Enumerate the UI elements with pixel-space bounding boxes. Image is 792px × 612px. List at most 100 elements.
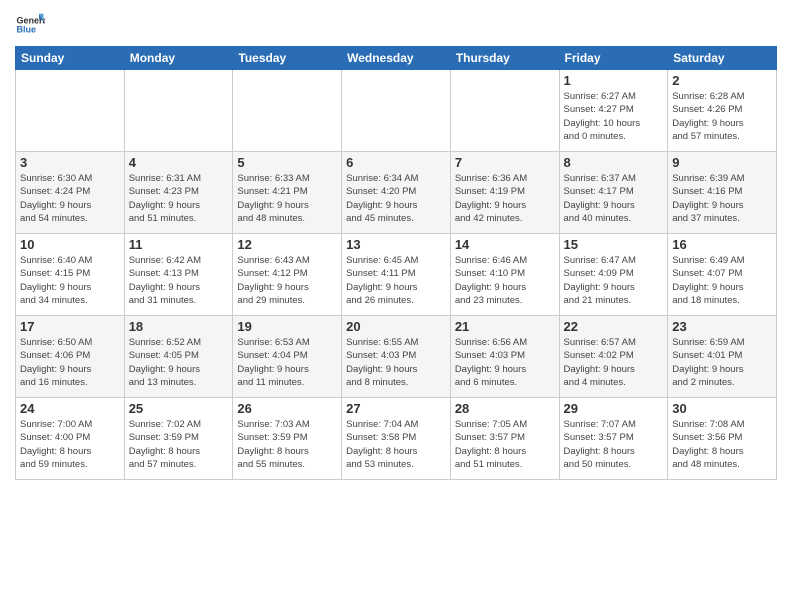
day-number: 14 [455, 237, 555, 252]
calendar-cell: 16Sunrise: 6:49 AM Sunset: 4:07 PM Dayli… [668, 234, 777, 316]
weekday-header: Wednesday [342, 47, 451, 70]
weekday-header: Thursday [450, 47, 559, 70]
day-info: Sunrise: 6:37 AM Sunset: 4:17 PM Dayligh… [564, 172, 664, 225]
day-number: 23 [672, 319, 772, 334]
day-number: 5 [237, 155, 337, 170]
day-info: Sunrise: 6:43 AM Sunset: 4:12 PM Dayligh… [237, 254, 337, 307]
svg-text:Blue: Blue [17, 25, 37, 35]
weekday-header: Saturday [668, 47, 777, 70]
calendar-cell [233, 70, 342, 152]
calendar-cell: 8 Sunrise: 6:37 AM Sunset: 4:17 PM Daylig… [559, 152, 668, 234]
day-number: 24 [20, 401, 120, 416]
calendar-cell: 27 Sunrise: 7:04 AM Sunset: 3:58 PM Dayli… [342, 398, 451, 480]
day-number: 4 [129, 155, 229, 170]
calendar-cell: 12 Sunrise: 6:43 AM Sunset: 4:12 PM Dayli… [233, 234, 342, 316]
weekday-header-row: SundayMondayTuesdayWednesdayThursdayFrid… [16, 47, 777, 70]
day-info: Sunrise: 7:07 AM Sunset: 3:57 PM Dayligh… [564, 418, 664, 471]
day-number: 9 [672, 155, 772, 170]
calendar-week-row: 10 Sunrise: 6:40 AM Sunset: 4:15 PM Dayli… [16, 234, 777, 316]
calendar-cell [124, 70, 233, 152]
calendar-cell: 23 Sunrise: 6:59 AM Sunset: 4:01 PM Dayli… [668, 316, 777, 398]
calendar-cell: 14 Sunrise: 6:46 AM Sunset: 4:10 PM Dayli… [450, 234, 559, 316]
logo: General Blue [15, 10, 45, 40]
day-info: Sunrise: 6:50 AM Sunset: 4:06 PM Dayligh… [20, 336, 120, 389]
day-number: 2 [672, 73, 772, 88]
calendar-cell: 19Sunrise: 6:53 AM Sunset: 4:04 PM Dayli… [233, 316, 342, 398]
day-info: Sunrise: 7:00 AM Sunset: 4:00 PM Dayligh… [20, 418, 120, 471]
day-number: 29 [564, 401, 664, 416]
day-number: 3 [20, 155, 120, 170]
day-number: 7 [455, 155, 555, 170]
day-info: Sunrise: 7:04 AM Sunset: 3:58 PM Dayligh… [346, 418, 446, 471]
day-info: Sunrise: 7:02 AM Sunset: 3:59 PM Dayligh… [129, 418, 229, 471]
calendar-cell [16, 70, 125, 152]
day-info: Sunrise: 7:08 AM Sunset: 3:56 PM Dayligh… [672, 418, 772, 471]
day-number: 15 [564, 237, 664, 252]
day-number: 21 [455, 319, 555, 334]
day-info: Sunrise: 6:42 AM Sunset: 4:13 PM Dayligh… [129, 254, 229, 307]
day-number: 18 [129, 319, 229, 334]
weekday-header: Monday [124, 47, 233, 70]
day-info: Sunrise: 6:34 AM Sunset: 4:20 PM Dayligh… [346, 172, 446, 225]
calendar-cell: 3 Sunrise: 6:30 AM Sunset: 4:24 PM Daylig… [16, 152, 125, 234]
calendar-cell: 10 Sunrise: 6:40 AM Sunset: 4:15 PM Dayli… [16, 234, 125, 316]
calendar-cell: 17 Sunrise: 6:50 AM Sunset: 4:06 PM Dayli… [16, 316, 125, 398]
calendar-cell [342, 70, 451, 152]
day-info: Sunrise: 6:59 AM Sunset: 4:01 PM Dayligh… [672, 336, 772, 389]
day-info: Sunrise: 6:46 AM Sunset: 4:10 PM Dayligh… [455, 254, 555, 307]
weekday-header: Tuesday [233, 47, 342, 70]
day-number: 6 [346, 155, 446, 170]
day-info: Sunrise: 6:56 AM Sunset: 4:03 PM Dayligh… [455, 336, 555, 389]
calendar-cell: 1 Sunrise: 6:27 AM Sunset: 4:27 PM Daylig… [559, 70, 668, 152]
calendar-cell: 30 Sunrise: 7:08 AM Sunset: 3:56 PM Dayli… [668, 398, 777, 480]
calendar-cell: 4 Sunrise: 6:31 AM Sunset: 4:23 PM Daylig… [124, 152, 233, 234]
day-number: 10 [20, 237, 120, 252]
day-number: 20 [346, 319, 446, 334]
day-info: Sunrise: 6:57 AM Sunset: 4:02 PM Dayligh… [564, 336, 664, 389]
day-info: Sunrise: 6:27 AM Sunset: 4:27 PM Dayligh… [564, 90, 664, 143]
day-number: 17 [20, 319, 120, 334]
calendar-cell: 9 Sunrise: 6:39 AM Sunset: 4:16 PM Daylig… [668, 152, 777, 234]
calendar-cell: 25Sunrise: 7:02 AM Sunset: 3:59 PM Dayli… [124, 398, 233, 480]
calendar-cell: 6 Sunrise: 6:34 AM Sunset: 4:20 PM Daylig… [342, 152, 451, 234]
calendar-cell: 18 Sunrise: 6:52 AM Sunset: 4:05 PM Dayli… [124, 316, 233, 398]
day-number: 8 [564, 155, 664, 170]
calendar-cell: 7 Sunrise: 6:36 AM Sunset: 4:19 PM Daylig… [450, 152, 559, 234]
calendar-cell: 15 Sunrise: 6:47 AM Sunset: 4:09 PM Dayli… [559, 234, 668, 316]
day-info: Sunrise: 6:30 AM Sunset: 4:24 PM Dayligh… [20, 172, 120, 225]
day-info: Sunrise: 6:39 AM Sunset: 4:16 PM Dayligh… [672, 172, 772, 225]
day-number: 26 [237, 401, 337, 416]
calendar: SundayMondayTuesdayWednesdayThursdayFrid… [15, 46, 777, 480]
day-number: 12 [237, 237, 337, 252]
day-info: Sunrise: 6:52 AM Sunset: 4:05 PM Dayligh… [129, 336, 229, 389]
day-number: 28 [455, 401, 555, 416]
day-info: Sunrise: 6:40 AM Sunset: 4:15 PM Dayligh… [20, 254, 120, 307]
calendar-cell: 22 Sunrise: 6:57 AM Sunset: 4:02 PM Dayli… [559, 316, 668, 398]
day-info: Sunrise: 6:53 AM Sunset: 4:04 PM Dayligh… [237, 336, 337, 389]
day-number: 1 [564, 73, 664, 88]
day-info: Sunrise: 6:47 AM Sunset: 4:09 PM Dayligh… [564, 254, 664, 307]
calendar-cell: 21 Sunrise: 6:56 AM Sunset: 4:03 PM Dayli… [450, 316, 559, 398]
day-number: 27 [346, 401, 446, 416]
calendar-week-row: 3 Sunrise: 6:30 AM Sunset: 4:24 PM Daylig… [16, 152, 777, 234]
calendar-cell: 5 Sunrise: 6:33 AM Sunset: 4:21 PM Daylig… [233, 152, 342, 234]
day-info: Sunrise: 6:28 AM Sunset: 4:26 PM Dayligh… [672, 90, 772, 143]
day-info: Sunrise: 6:33 AM Sunset: 4:21 PM Dayligh… [237, 172, 337, 225]
calendar-cell: 24 Sunrise: 7:00 AM Sunset: 4:00 PM Dayli… [16, 398, 125, 480]
day-info: Sunrise: 6:36 AM Sunset: 4:19 PM Dayligh… [455, 172, 555, 225]
day-number: 30 [672, 401, 772, 416]
day-info: Sunrise: 6:49 AM Sunset: 4:07 PM Dayligh… [672, 254, 772, 307]
calendar-cell: 13Sunrise: 6:45 AM Sunset: 4:11 PM Dayli… [342, 234, 451, 316]
logo-icon: General Blue [15, 10, 45, 40]
calendar-cell [450, 70, 559, 152]
calendar-cell: 2 Sunrise: 6:28 AM Sunset: 4:26 PM Daylig… [668, 70, 777, 152]
day-info: Sunrise: 6:31 AM Sunset: 4:23 PM Dayligh… [129, 172, 229, 225]
calendar-cell: 11 Sunrise: 6:42 AM Sunset: 4:13 PM Dayli… [124, 234, 233, 316]
day-number: 13 [346, 237, 446, 252]
day-number: 22 [564, 319, 664, 334]
calendar-week-row: 17 Sunrise: 6:50 AM Sunset: 4:06 PM Dayli… [16, 316, 777, 398]
weekday-header: Friday [559, 47, 668, 70]
day-number: 11 [129, 237, 229, 252]
calendar-cell: 28Sunrise: 7:05 AM Sunset: 3:57 PM Dayli… [450, 398, 559, 480]
calendar-cell: 20Sunrise: 6:55 AM Sunset: 4:03 PM Dayli… [342, 316, 451, 398]
